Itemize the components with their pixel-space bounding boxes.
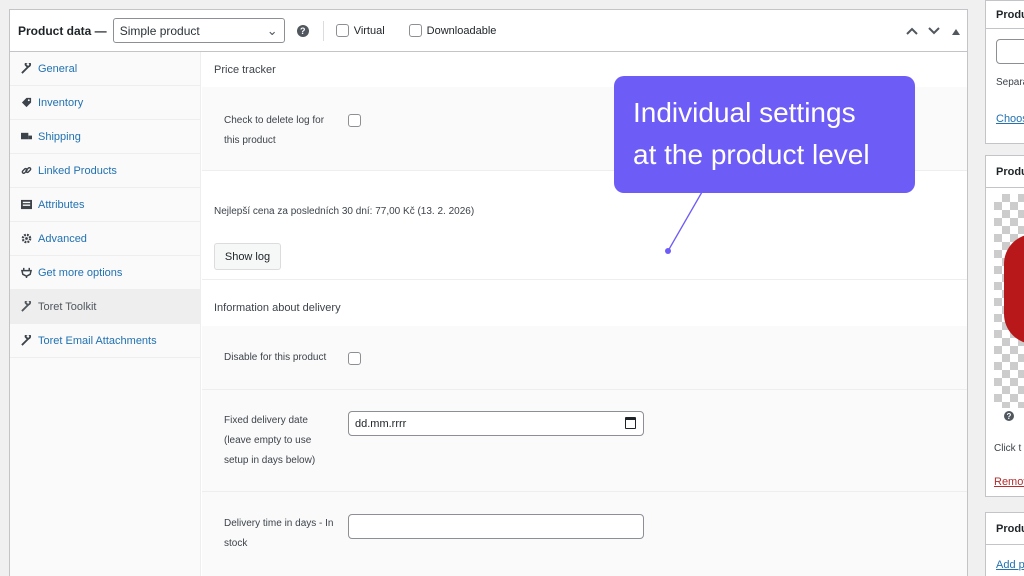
callout-bubble: Individual settings at the product level (614, 76, 915, 193)
callout-line-2: at the product level (633, 139, 870, 170)
callout-line-1: Individual settings (633, 97, 856, 128)
